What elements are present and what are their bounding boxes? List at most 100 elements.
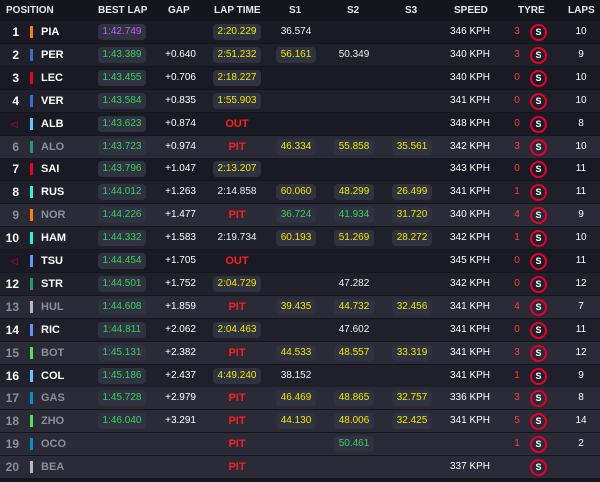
- table-row[interactable]: 9 NOR 1:44.226 +1.477 PIT 36.724 41.934 31.720 3…: [0, 204, 600, 227]
- driver-code[interactable]: TSU: [41, 250, 63, 272]
- table-row[interactable]: 14 RIC 1:44.811 +2.062 2:04.463 47.602 341 KPH…: [0, 318, 600, 341]
- driver-code[interactable]: BEA: [41, 456, 64, 478]
- laps-completed: 10: [575, 26, 587, 37]
- position-number: 18: [5, 414, 19, 429]
- best-lap-time: 1:43.796: [98, 161, 146, 178]
- driver-code[interactable]: SAI: [41, 158, 59, 180]
- last-lap-time: 2:51.232: [213, 46, 261, 63]
- position-number: 19: [5, 437, 19, 452]
- sector-s2-time: 48.006: [334, 413, 374, 430]
- speed-trap: 341 KPH: [450, 346, 491, 358]
- driver-code[interactable]: BOT: [41, 342, 64, 364]
- sector-s1-time: 44.533: [276, 344, 316, 361]
- table-row[interactable]: 8 RUS 1:44.012 +1.263 2:14.858 60.060 48.299 26…: [0, 181, 600, 204]
- tyre-stint-count: 1: [514, 438, 520, 450]
- soft-tyre-icon: S: [530, 69, 547, 87]
- speed-trap: 343 KPH: [450, 163, 491, 175]
- gap-to-leader: +1.859: [165, 300, 196, 312]
- last-lap-time: 1:55.903: [213, 92, 261, 109]
- position-number: 20: [5, 460, 19, 475]
- driver-code[interactable]: ZHO: [41, 410, 64, 432]
- tyre-stint-count: 3: [514, 140, 520, 152]
- driver-code[interactable]: ALB: [41, 113, 64, 135]
- soft-tyre-icon: S: [530, 138, 547, 156]
- table-row[interactable]: 7 SAI 1:43.796 +1.047 2:13.207 343 KPH 0 S 11: [0, 158, 600, 181]
- header-gap: GAP: [168, 5, 190, 16]
- tyre-stint-count: 0: [514, 117, 520, 129]
- driver-code[interactable]: HAM: [41, 227, 66, 249]
- table-row[interactable]: 17 GAS 1:45.728 +2.979 PIT 46.469 48.865 32.757…: [0, 387, 600, 410]
- driver-code[interactable]: STR: [41, 273, 63, 295]
- last-lap-time: 4:49.240: [213, 367, 261, 384]
- last-lap-time: 2:04.463: [213, 321, 261, 338]
- header-lap-time: LAP TIME: [214, 5, 261, 16]
- table-row[interactable]: 2 PER 1:43.389 +0.640 2:51.232 56.161 50.349 34…: [0, 43, 600, 66]
- best-lap-time: 1:44.811: [98, 321, 146, 338]
- sector-s3-time: 32.456: [392, 298, 432, 315]
- table-row[interactable]: 3 LEC 1:43.455 +0.706 2:18.227 340 KPH 0 S 10: [0, 66, 600, 89]
- sector-s1-time: 38.152: [280, 369, 312, 381]
- last-lap-time: 2:13.207: [213, 161, 261, 178]
- best-lap-time: 1:45.728: [98, 390, 146, 407]
- position-number: 10: [5, 231, 19, 246]
- team-color-bar: [30, 232, 33, 245]
- team-color-bar: [30, 163, 33, 176]
- driver-code[interactable]: PER: [41, 44, 64, 66]
- laps-completed: 8: [578, 392, 584, 404]
- soft-tyre-icon: S: [530, 207, 547, 225]
- position-number: 17: [5, 391, 19, 406]
- driver-code[interactable]: OCO: [41, 433, 66, 455]
- sector-s2-time: 50.349: [338, 48, 370, 60]
- driver-code[interactable]: GAS: [41, 387, 65, 409]
- team-color-bar: [30, 255, 33, 267]
- pit-status: PIT: [228, 392, 246, 405]
- best-lap-time: 1:43.455: [98, 69, 146, 86]
- gap-to-leader: +0.640: [165, 48, 196, 60]
- position-number: 6: [12, 139, 19, 154]
- table-row[interactable]: 13 HUL 1:44.608 +1.859 PIT 39.435 44.732 32.456…: [0, 295, 600, 318]
- soft-tyre-icon: S: [530, 390, 547, 408]
- best-lap-time: 1:43.584: [98, 92, 146, 109]
- driver-code[interactable]: NOR: [41, 204, 65, 226]
- position-number: 13: [5, 299, 19, 314]
- table-row[interactable]: 6 ALO 1:43.723 +0.974 PIT 46.334 55.858 35.561 3…: [0, 135, 600, 158]
- table-row[interactable]: 15 BOT 1:45.131 +2.382 PIT 44.533 48.557 33.319…: [0, 341, 600, 364]
- team-color-bar: [30, 438, 33, 451]
- tyre-stint-count: 4: [514, 300, 520, 312]
- team-color-bar: [30, 140, 33, 153]
- position-number: 9: [12, 208, 19, 223]
- table-row[interactable]: 12 STR 1:44.501 +1.752 2:04.729 47.282 342 KPH…: [0, 272, 600, 295]
- table-row[interactable]: ◁ TSU 1:44.454 +1.705 OUT 345 KPH 0 S 11: [0, 250, 600, 272]
- table-row[interactable]: 19 OCO PIT 50.461 1 S 2: [0, 433, 600, 456]
- driver-code[interactable]: HUL: [41, 296, 64, 318]
- speed-trap: 345 KPH: [450, 255, 491, 266]
- table-row[interactable]: 10 HAM 1:44.332 +1.583 2:19.734 60.193 51.269 2…: [0, 227, 600, 250]
- driver-code[interactable]: COL: [41, 365, 64, 387]
- laps-completed: 10: [575, 94, 587, 106]
- table-row[interactable]: 18 ZHO 1:46.040 +3.291 PIT 44.130 48.006 32.425…: [0, 410, 600, 433]
- gap-to-leader: [150, 21, 196, 43]
- soft-tyre-icon: S: [530, 115, 547, 133]
- table-row[interactable]: 20 BEA PIT 337 KPH S: [0, 456, 600, 479]
- tyre-stint-count: 0: [514, 277, 520, 289]
- team-color-bar: [30, 71, 33, 84]
- driver-code[interactable]: PIA: [41, 21, 59, 43]
- driver-code[interactable]: RUS: [41, 181, 64, 203]
- table-row[interactable]: ◁ ALB 1:43.623 +0.874 OUT 348 KPH 0 S 8: [0, 112, 600, 135]
- driver-code[interactable]: ALO: [41, 136, 64, 158]
- table-row[interactable]: 4 VER 1:43.584 +0.835 1:55.903 341 KPH 0 S 10: [0, 89, 600, 112]
- team-color-bar: [30, 48, 33, 61]
- header-laps: LAPS: [568, 5, 595, 16]
- table-row[interactable]: 1 PIA 1:42.749 2:20.229 36.574 346 KPH 3 S 10: [0, 21, 600, 43]
- laps-completed: 14: [575, 415, 587, 427]
- laps-completed: [566, 456, 596, 478]
- table-row[interactable]: 16 COL 1:45.186 +2.437 4:49.240 38.152 341 KPH…: [0, 364, 600, 387]
- last-lap-time: 2:20.229: [213, 24, 261, 40]
- driver-code[interactable]: VER: [41, 90, 64, 112]
- laps-completed: 10: [575, 232, 587, 244]
- header-tyre: TYRE: [518, 5, 545, 16]
- driver-code[interactable]: RIC: [41, 319, 60, 341]
- speed-trap: 341 KPH: [450, 415, 491, 427]
- pit-status: PIT: [228, 438, 246, 451]
- driver-code[interactable]: LEC: [41, 67, 63, 89]
